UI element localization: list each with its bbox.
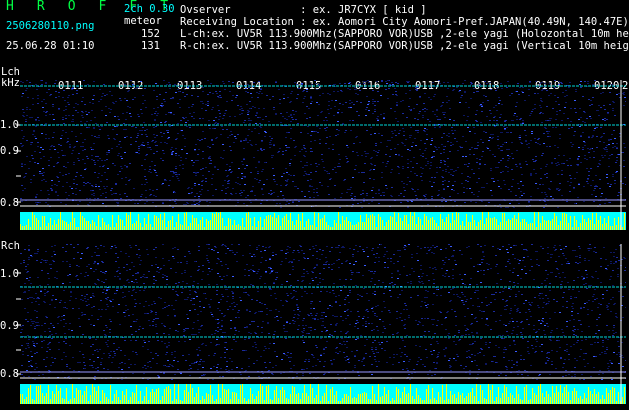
r-channel-line: R-ch:ex. UV5R 113.900Mhz(SAPPORO VOR)USB… (180, 40, 629, 52)
observer-line: Ovserver : ex. JR7CYX [ kid ] (180, 4, 427, 16)
location-line: Receiving Location : ex. Aomori City Aom… (180, 16, 629, 28)
l-channel-line: L-ch:ex. UV5R 113.900Mhz(SAPPORO VOR)USB… (180, 28, 629, 40)
mode-label: 2ch 0.30 (124, 3, 175, 15)
meteor-count-r: 131 (141, 40, 160, 52)
meteor-count-l: 152 (141, 28, 160, 40)
spectrogram-rch-canvas (20, 244, 626, 404)
spectrogram-lch (20, 80, 626, 230)
spectrogram-lch-canvas (20, 80, 626, 230)
meteor-label: meteor (124, 15, 162, 27)
spectrogram-rch (20, 244, 626, 404)
y-axis-ticks (16, 124, 21, 375)
